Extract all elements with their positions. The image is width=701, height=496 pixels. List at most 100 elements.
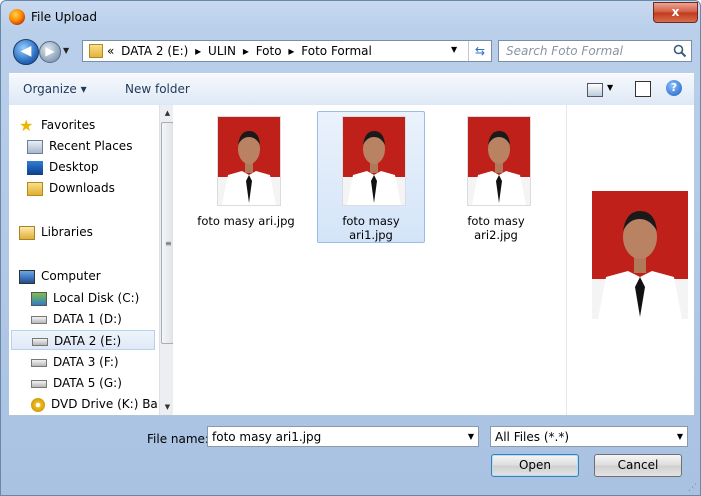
file-item[interactable]: foto masy ari.jpg <box>192 111 300 243</box>
scroll-up-icon[interactable]: ▲ <box>160 105 173 121</box>
file-name: foto masy ari.jpg <box>197 214 295 228</box>
nav-data5-g[interactable]: DATA 5 (G:) <box>31 373 122 393</box>
window-title: File Upload <box>31 10 97 24</box>
grip-icon: ≡ <box>165 239 172 248</box>
navigation-pane: ★ Favorites Recent Places Desktop Downloa… <box>9 105 173 415</box>
scroll-down-icon[interactable]: ▼ <box>160 399 173 415</box>
nav-recent-places[interactable]: Recent Places <box>27 136 132 156</box>
nav-favorites[interactable]: ★ Favorites <box>19 115 95 135</box>
nav-data1-d[interactable]: DATA 1 (D:) <box>31 309 122 329</box>
nav-label: Downloads <box>49 181 115 195</box>
nav-label: DVD Drive (K:) Ba <box>51 397 158 411</box>
file-upload-dialog: File Upload x ◀ ▶ ▼ « DATA 2 (E:) ▸ ULIN… <box>0 0 701 496</box>
nav-label: DATA 1 (D:) <box>53 312 122 326</box>
back-button[interactable]: ◀ <box>13 39 39 65</box>
file-name-value[interactable]: foto masy ari1.jpg <box>212 430 321 444</box>
chevron-down-icon[interactable]: ▼ <box>468 432 474 441</box>
preview-image <box>592 191 688 319</box>
file-name-line1: foto masy <box>467 214 525 228</box>
photo-thumbnail <box>342 116 406 206</box>
file-item-selected[interactable]: foto masy ari1.jpg <box>317 111 425 243</box>
nav-computer[interactable]: Computer <box>19 266 101 286</box>
nav-label: Libraries <box>41 225 93 239</box>
star-icon: ★ <box>19 115 34 135</box>
command-bar: Organize ▾ New folder ▼ ? <box>9 73 694 107</box>
nav-label: Desktop <box>49 160 99 174</box>
nav-label: DATA 3 (F:) <box>53 355 119 369</box>
nav-libraries[interactable]: Libraries <box>19 222 93 242</box>
file-type-select[interactable]: All Files (*.*) ▼ <box>490 426 688 447</box>
file-name-line1: foto masy <box>342 214 400 228</box>
forward-button[interactable]: ▶ <box>39 41 61 63</box>
preview-pane-icon[interactable] <box>635 81 651 97</box>
close-button[interactable]: x <box>653 2 698 23</box>
preview-pane <box>566 105 695 415</box>
breadcrumb-foto[interactable]: Foto <box>256 44 282 58</box>
computer-icon <box>19 269 35 284</box>
new-folder-button[interactable]: New folder <box>125 82 190 96</box>
drive-icon <box>32 337 48 346</box>
folder-icon <box>89 44 103 58</box>
nav-label: Computer <box>41 269 101 283</box>
system-drive-icon <box>31 291 47 306</box>
downloads-folder-icon <box>27 181 43 196</box>
breadcrumb[interactable]: « DATA 2 (E:) ▸ ULIN ▸ Foto ▸ Foto Forma… <box>107 44 375 58</box>
photo-thumbnail <box>217 116 281 206</box>
nav-label: DATA 5 (G:) <box>53 376 122 390</box>
search-placeholder: Search Foto Formal <box>506 44 623 58</box>
address-field[interactable]: « DATA 2 (E:) ▸ ULIN ▸ Foto ▸ Foto Forma… <box>82 40 492 62</box>
breadcrumb-overflow[interactable]: « <box>107 44 114 58</box>
firefox-icon <box>9 9 25 25</box>
file-list: foto masy ari.jpg foto masy ari1.jpg fot… <box>174 105 566 415</box>
nav-desktop[interactable]: Desktop <box>27 157 99 177</box>
search-icon[interactable] <box>673 44 687 58</box>
drive-icon <box>31 358 47 367</box>
scrollbar-thumb[interactable]: ≡ <box>161 122 173 344</box>
nav-label: DATA 2 (E:) <box>54 334 122 348</box>
refresh-icon[interactable]: ⇆ <box>468 41 491 61</box>
desktop-icon <box>27 160 43 175</box>
change-view-icon[interactable] <box>587 83 603 97</box>
chevron-down-icon[interactable]: ▼ <box>677 432 683 441</box>
libraries-icon <box>19 225 35 240</box>
resize-grip-icon[interactable]: ⋰ <box>688 483 697 493</box>
breadcrumb-drive[interactable]: DATA 2 (E:) <box>121 44 188 58</box>
nav-data3-f[interactable]: DATA 3 (F:) <box>31 352 119 372</box>
nav-downloads[interactable]: Downloads <box>27 178 115 198</box>
nav-scrollbar[interactable]: ▲ ≡ ▼ <box>159 105 173 415</box>
drive-icon <box>31 379 47 388</box>
nav-local-disk-c[interactable]: Local Disk (C:) <box>31 288 139 308</box>
nav-dvd-drive-k[interactable]: DVD Drive (K:) Ba <box>31 394 158 414</box>
file-name-line2: ari1.jpg <box>349 228 393 242</box>
footer: File name: foto masy ari1.jpg ▼ All File… <box>1 416 700 495</box>
breadcrumb-separator[interactable]: ▸ <box>243 44 249 58</box>
nav-label: Recent Places <box>49 139 133 153</box>
nav-label: Local Disk (C:) <box>53 291 140 305</box>
breadcrumb-separator[interactable]: ▸ <box>288 44 294 58</box>
nav-data2-e[interactable]: DATA 2 (E:) <box>11 330 155 350</box>
drive-icon <box>31 315 47 324</box>
recent-places-icon <box>27 139 43 154</box>
address-dropdown-icon[interactable]: ▼ <box>451 45 457 54</box>
help-icon[interactable]: ? <box>666 80 682 96</box>
nav-label: Favorites <box>41 118 96 132</box>
dvd-drive-icon <box>31 397 45 412</box>
breadcrumb-ulin[interactable]: ULIN <box>208 44 236 58</box>
file-name-label: File name: <box>147 432 209 446</box>
photo-thumbnail <box>467 116 531 206</box>
title-bar: File Upload x <box>1 1 700 35</box>
open-button[interactable]: Open <box>491 454 579 477</box>
view-dropdown-icon[interactable]: ▼ <box>607 83 613 92</box>
cancel-button[interactable]: Cancel <box>594 454 682 477</box>
search-field[interactable]: Search Foto Formal <box>498 40 692 62</box>
history-dropdown-icon[interactable]: ▼ <box>63 46 69 55</box>
file-name-line2: ari2.jpg <box>474 228 518 242</box>
breadcrumb-separator[interactable]: ▸ <box>195 44 201 58</box>
dialog-body: ★ Favorites Recent Places Desktop Downloa… <box>9 105 694 416</box>
address-bar-row: ◀ ▶ ▼ « DATA 2 (E:) ▸ ULIN ▸ Foto ▸ Foto… <box>9 37 694 67</box>
breadcrumb-foto-formal[interactable]: Foto Formal <box>301 44 372 58</box>
file-type-value: All Files (*.*) <box>495 430 570 444</box>
organize-menu[interactable]: Organize ▾ <box>23 82 87 96</box>
file-item[interactable]: foto masy ari2.jpg <box>442 111 550 243</box>
file-name-combobox[interactable]: foto masy ari1.jpg ▼ <box>207 426 479 447</box>
